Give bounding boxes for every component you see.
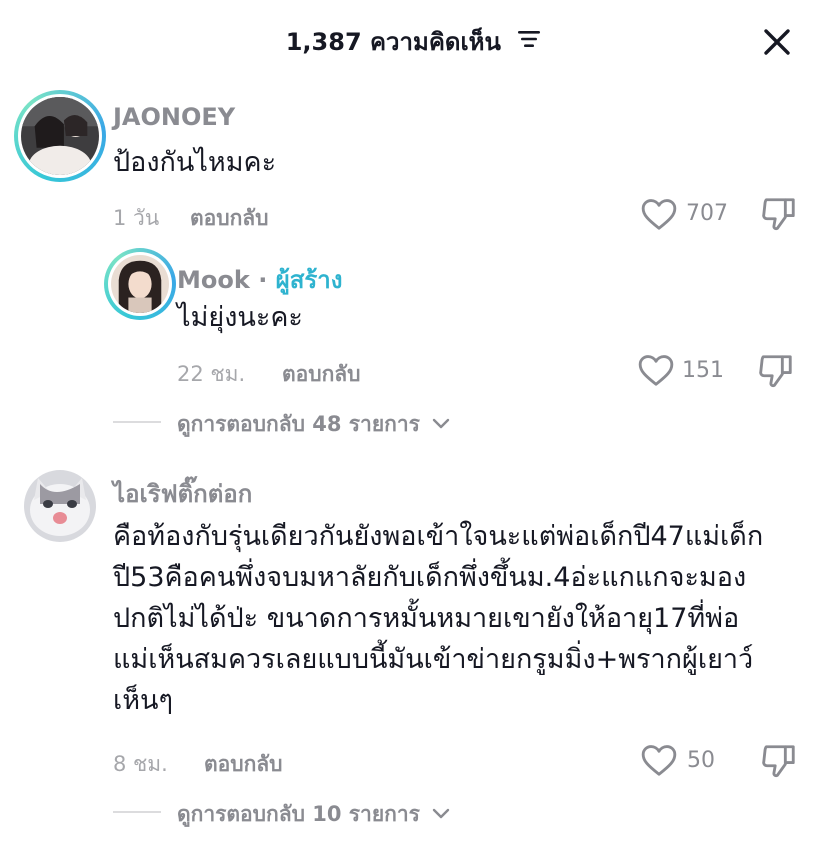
- avatar-photo: [24, 470, 96, 542]
- view-replies-button[interactable]: ดูการตอบกลับ 10 รายการ: [177, 798, 451, 831]
- comment-count-title: 1,387 ความคิดเห็น: [285, 28, 501, 56]
- comment-line: ปี53คือคนพึ่งจบมหาลัยกับเด็กพึ่งขึ้นม.4อ…: [113, 562, 747, 593]
- comment-username[interactable]: ไอเริฟติ๊กต่อก: [113, 474, 252, 513]
- comment-line: เห็นๆ: [113, 685, 173, 716]
- comments-header: 1,387 ความคิดเห็น: [0, 22, 827, 61]
- reply-button[interactable]: ตอบกลับ: [282, 358, 361, 391]
- like-count: 50: [687, 748, 715, 773]
- reply-username[interactable]: Mook: [177, 266, 250, 294]
- comment-time: 1 วัน: [113, 206, 160, 230]
- reply-avatar[interactable]: [104, 248, 176, 320]
- dislike-icon[interactable]: [760, 742, 798, 784]
- like-button[interactable]: [640, 196, 678, 232]
- like-button[interactable]: [637, 352, 675, 392]
- separator: ·: [258, 266, 268, 294]
- chevron-down-icon: [433, 418, 450, 429]
- comment-username[interactable]: JAONOEY: [113, 103, 235, 131]
- heart-icon: [641, 199, 677, 230]
- reply-time: 22 ชม.: [177, 362, 246, 386]
- reply-button[interactable]: ตอบกลับ: [190, 202, 269, 235]
- view-replies-label: ดูการตอบกลับ 48 รายการ: [177, 412, 420, 436]
- heart-icon: [638, 355, 674, 386]
- comment-line: ปกติไม่ได้ป่ะ ขนาดการหมั้นหมายเขายังให้อ…: [113, 603, 740, 634]
- avatar[interactable]: [24, 470, 96, 542]
- reply-button[interactable]: ตอบกลับ: [204, 748, 283, 781]
- comment-time: 8 ชม.: [113, 752, 168, 776]
- avatar-photo: [21, 97, 99, 175]
- close-icon[interactable]: [757, 22, 797, 62]
- comment-line: คือท้องกับรุ่นเดียวกันยังพอเข้าใจนะแต่พ่…: [113, 521, 764, 552]
- comment-line: แม่เห็นสมควรเลยแบบนี้มันเข้าข่ายกรูมมิ่ง…: [113, 644, 754, 675]
- comment-text: คือท้องกับรุ่นเดียวกันยังพอเข้าใจนะแต่พ่…: [113, 516, 813, 721]
- view-replies-label: ดูการตอบกลับ 10 รายการ: [177, 802, 420, 826]
- like-count: 151: [682, 358, 724, 383]
- like-button[interactable]: [640, 742, 678, 782]
- divider: [113, 811, 161, 813]
- dislike-icon[interactable]: [757, 352, 795, 394]
- sort-icon[interactable]: [517, 27, 541, 55]
- comment-text: ป้องกันไหมคะ: [113, 147, 277, 178]
- avatar[interactable]: [14, 90, 106, 182]
- heart-icon: [641, 745, 677, 776]
- reply-username-row: Mook · ผู้สร้าง: [177, 260, 342, 299]
- dislike-icon[interactable]: [760, 195, 798, 237]
- chevron-down-icon: [433, 808, 450, 819]
- like-count: 707: [686, 201, 728, 226]
- creator-badge: ผู้สร้าง: [275, 266, 343, 294]
- avatar-photo: [111, 255, 169, 313]
- divider: [113, 421, 161, 423]
- view-replies-button[interactable]: ดูการตอบกลับ 48 รายการ: [177, 408, 451, 441]
- reply-text: ไม่ยุ่งนะคะ: [177, 302, 303, 333]
